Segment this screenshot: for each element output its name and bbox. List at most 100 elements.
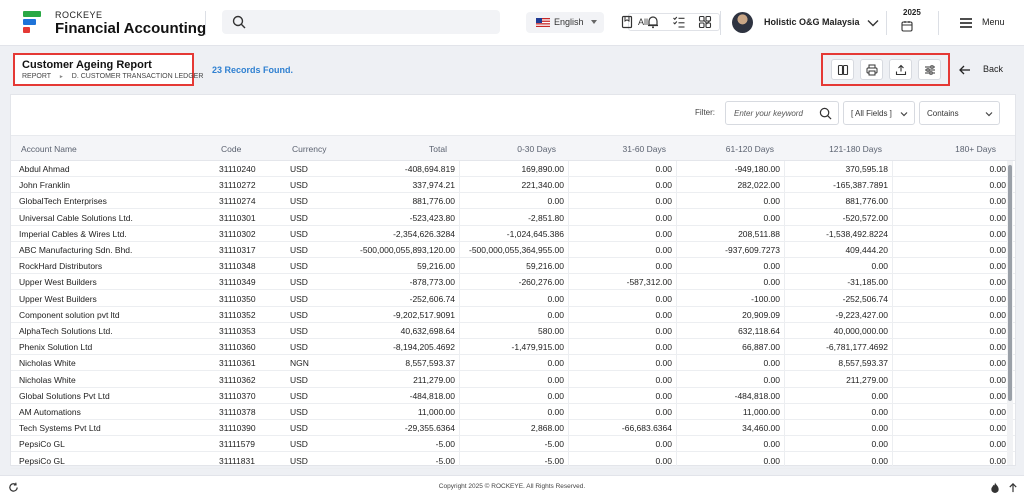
table-row[interactable]: Imperial Cables & Wires Ltd. 31110302 USD -… bbox=[11, 226, 1015, 242]
cell-code: 31111579 bbox=[219, 439, 255, 450]
cell-account-name: AlphaTech Solutions Ltd. bbox=[19, 326, 113, 336]
column-header-31-60[interactable]: 31-60 Days bbox=[571, 144, 666, 154]
fire-icon[interactable] bbox=[990, 482, 1000, 493]
table-row[interactable]: Abdul Ahmad 31110240 USD -408,694.819 169,89… bbox=[11, 161, 1015, 177]
cell-code: 31110370 bbox=[219, 390, 256, 401]
cell-code: 31110302 bbox=[219, 228, 256, 239]
filter-operator-select[interactable]: Contains bbox=[919, 101, 1000, 125]
breadcrumb-item-ledger[interactable]: D. CUSTOMER TRANSACTION LEDGER bbox=[72, 73, 204, 80]
cell-0-30: -500,000,055,364,955.00 bbox=[468, 245, 564, 255]
keyword-search-input[interactable]: Enter your keyword bbox=[725, 101, 839, 125]
cell-121-180: -6,781,177.4692 bbox=[826, 342, 888, 353]
user-avatar[interactable] bbox=[732, 12, 753, 33]
apps-grid-icon[interactable] bbox=[698, 15, 712, 29]
cell-total: -29,355.6364 bbox=[404, 423, 455, 434]
column-header-121-180[interactable]: 121-180 Days bbox=[788, 144, 882, 154]
bell-icon[interactable] bbox=[646, 15, 660, 29]
table-row[interactable]: GlobalTech Enterprises 31110274 USD 881,776… bbox=[11, 193, 1015, 210]
cell-code: 31110240 bbox=[219, 164, 256, 174]
cell-code: 31110301 bbox=[219, 212, 256, 223]
column-header-180-plus[interactable]: 180+ Days bbox=[896, 144, 996, 154]
column-header-61-120[interactable]: 61-120 Days bbox=[680, 144, 774, 154]
column-header-0-30[interactable]: 0-30 Days bbox=[463, 144, 556, 154]
cell-account-name: Nicholas White bbox=[19, 374, 76, 385]
global-search-box[interactable]: All bbox=[222, 10, 720, 34]
table-row[interactable]: Nicholas White 31110362 USD 211,279.00 0.00 0… bbox=[11, 372, 1015, 388]
chevron-down-icon bbox=[900, 112, 908, 117]
chevron-down-icon[interactable] bbox=[866, 16, 880, 30]
cell-account-name: RockHard Distributors bbox=[19, 261, 103, 272]
cell-code: 31110350 bbox=[219, 293, 256, 304]
filter-field-select[interactable]: [ All Fields ] bbox=[843, 101, 915, 125]
table-row[interactable]: Universal Cable Solutions Ltd. 31110301 US… bbox=[11, 210, 1015, 226]
arrow-up-icon[interactable] bbox=[1008, 482, 1018, 493]
cell-account-name: GlobalTech Enterprises bbox=[19, 196, 107, 207]
cell-31-60: 0.00 bbox=[655, 245, 672, 255]
cell-31-60: 0.00 bbox=[655, 309, 672, 320]
column-header-code[interactable]: Code bbox=[221, 144, 241, 154]
table-row[interactable]: AlphaTech Solutions Ltd. 31110353 USD 40,63… bbox=[11, 323, 1015, 339]
search-icon[interactable] bbox=[232, 15, 246, 29]
cell-code: 31110362 bbox=[219, 374, 256, 385]
back-button[interactable]: Back bbox=[983, 64, 1003, 74]
settings-button[interactable] bbox=[918, 59, 941, 80]
table-row[interactable]: PepsiCo GL 31111831 USD -5.00 -5.00 0.00 0.00 0… bbox=[11, 453, 1015, 469]
cell-code: 31110349 bbox=[219, 277, 256, 288]
cell-121-180: -252,506.74 bbox=[842, 293, 888, 304]
column-header-currency[interactable]: Currency bbox=[292, 144, 326, 154]
cell-account-name: Tech Systems Pvt Ltd bbox=[19, 423, 101, 434]
table-row[interactable]: Upper West Builders 31110350 USD -252,606.7… bbox=[11, 291, 1015, 307]
table-row[interactable]: AM Automations 31110378 USD 11,000.00 0.00 0.… bbox=[11, 404, 1015, 420]
table-row[interactable]: PepsiCo GL 31111579 USD -5.00 -5.00 0.00 0.00 0… bbox=[11, 436, 1015, 453]
table-row[interactable]: Nicholas White 31110361 NGN 8,557,593.37 0.0… bbox=[11, 355, 1015, 372]
scrollbar-thumb[interactable] bbox=[1008, 165, 1012, 401]
cell-account-name: Upper West Builders bbox=[19, 277, 97, 288]
table-row[interactable]: ABC Manufacturing Sdn. Bhd. 31110317 USD -5… bbox=[11, 242, 1015, 258]
cell-121-180: 0.00 bbox=[871, 407, 888, 417]
rockeye-logo-icon[interactable] bbox=[22, 10, 42, 34]
cell-code: 31110360 bbox=[219, 342, 256, 353]
fiscal-year-selector[interactable]: 2025 bbox=[897, 8, 921, 38]
cell-180-plus: 0.00 bbox=[989, 245, 1006, 255]
table-row[interactable]: RockHard Distributors 31110348 USD 59,216.0… bbox=[11, 258, 1015, 275]
cell-account-name: Imperial Cables & Wires Ltd. bbox=[19, 228, 127, 239]
table-row[interactable]: Phenix Solution Ltd 31110360 USD -8,194,205… bbox=[11, 339, 1015, 356]
table-row[interactable]: John Franklin 31110272 USD 337,974.21 221,34… bbox=[11, 177, 1015, 194]
hamburger-menu-icon[interactable] bbox=[958, 16, 974, 30]
cell-0-30: -1,479,915.00 bbox=[511, 342, 564, 353]
arrow-left-icon[interactable] bbox=[958, 63, 972, 77]
export-button[interactable] bbox=[889, 59, 912, 80]
cell-180-plus: 0.00 bbox=[989, 309, 1006, 320]
settings-sliders-icon bbox=[925, 65, 935, 75]
header-divider bbox=[886, 11, 887, 35]
table-row[interactable]: Global Solutions Pvt Ltd 31110370 USD -484,… bbox=[11, 388, 1015, 404]
bookmark-icon[interactable] bbox=[620, 15, 634, 29]
table-row[interactable]: Component solution pvt ltd 31110352 USD -9,… bbox=[11, 307, 1015, 323]
print-button[interactable] bbox=[860, 59, 883, 80]
cell-121-180: -165,387.7891 bbox=[833, 180, 888, 191]
cell-31-60: 0.00 bbox=[655, 342, 672, 353]
language-select[interactable]: English bbox=[526, 12, 604, 33]
cell-180-plus: 0.00 bbox=[989, 326, 1006, 336]
table-row[interactable]: Tech Systems Pvt Ltd 31110390 USD -29,355.6… bbox=[11, 420, 1015, 437]
cell-0-30: 59,216.00 bbox=[526, 261, 564, 272]
column-divider bbox=[784, 161, 785, 467]
cell-180-plus: 0.00 bbox=[989, 423, 1006, 434]
search-icon[interactable] bbox=[819, 107, 832, 120]
cell-total: 40,632,698.64 bbox=[400, 326, 455, 336]
filter-label: Filter: bbox=[695, 108, 715, 117]
menu-button-label[interactable]: Menu bbox=[982, 17, 1005, 27]
filter-operator-value: Contains bbox=[927, 109, 959, 118]
column-header-account-name[interactable]: Account Name bbox=[21, 144, 77, 154]
page-title: Customer Ageing Report bbox=[22, 59, 152, 71]
cell-31-60: 0.00 bbox=[655, 407, 672, 417]
cell-0-30: 0.00 bbox=[547, 196, 564, 207]
cell-61-120: 0.00 bbox=[763, 374, 780, 385]
checklist-icon[interactable] bbox=[672, 15, 686, 29]
table-row[interactable]: Upper West Builders 31110349 USD -878,773.0… bbox=[11, 274, 1015, 291]
cell-0-30: -1,024,645.386 bbox=[506, 228, 564, 239]
column-header-total[interactable]: Total bbox=[347, 144, 447, 154]
breadcrumb-item-report[interactable]: REPORT bbox=[22, 73, 51, 80]
columns-button[interactable] bbox=[831, 59, 854, 80]
table-scrollbar[interactable] bbox=[1007, 161, 1013, 465]
